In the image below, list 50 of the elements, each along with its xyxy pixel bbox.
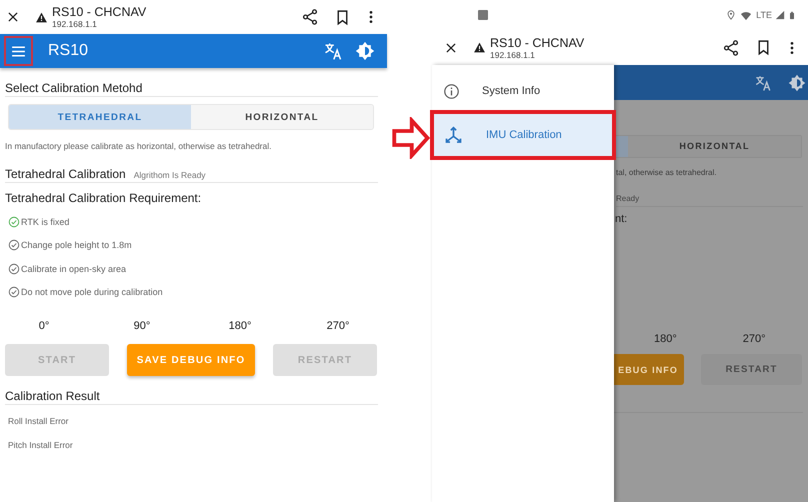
close-icon[interactable] — [444, 40, 458, 54]
battery-icon — [788, 10, 796, 20]
brightness-icon[interactable] — [355, 41, 375, 61]
angle-label: 90° — [132, 319, 152, 334]
requirement-title: Tetrahedral Calibration Requirement: — [5, 190, 202, 206]
status-text: Ready — [616, 194, 803, 207]
requirement-text: Do not move pole during calibration — [21, 287, 163, 298]
result-label: Pitch Install Error — [7, 439, 74, 452]
signal-icon — [775, 10, 785, 20]
result-label: Roll Install Error — [7, 415, 70, 428]
section-heading: Tetrahedral Calibration — [5, 166, 126, 182]
location-icon — [726, 10, 736, 20]
info-icon — [443, 82, 460, 100]
angle-label: 0° — [38, 319, 50, 334]
status-text: Algrithom Is Ready — [134, 170, 206, 180]
hint-text: In manufactory please calibrate as horizontal, otherwise as tetrahedral. — [5, 140, 272, 152]
notification-icon — [478, 10, 488, 20]
angle-label: 180° — [654, 333, 677, 345]
requirement-text: Calibrate in open-sky area — [21, 264, 126, 274]
app-title: RS10 — [48, 42, 90, 60]
method-tab[interactable]: TETRAHEDRAL — [9, 105, 191, 129]
requirement-title: nt: — [615, 213, 628, 225]
translate-icon[interactable] — [323, 41, 343, 61]
translate-icon — [754, 74, 772, 92]
share-icon[interactable] — [301, 8, 319, 26]
section-heading: Select Calibration Metohd — [5, 80, 378, 97]
angle-label: 270° — [326, 319, 350, 334]
requirement-text: RTK is fixed — [21, 216, 70, 227]
requirement-text: Change pole height to 1.8m — [21, 240, 132, 250]
axes-icon — [443, 124, 464, 146]
wifi-icon — [739, 10, 754, 20]
drawer-item[interactable]: IMU Calibration — [432, 112, 614, 158]
share-icon[interactable] — [722, 38, 740, 56]
page-url: 192.168.1.1 — [490, 50, 536, 60]
page-title: RS10 - CHCNAV — [490, 36, 586, 50]
menu-button[interactable] — [4, 36, 33, 66]
section-heading: Calibration Result — [5, 388, 378, 405]
action-button: RESTART — [701, 354, 802, 385]
network-label: LTE — [756, 10, 772, 20]
action-button[interactable]: SAVE DEBUG INFO — [127, 344, 255, 376]
hint-text: tal, otherwise as tetrahedral. — [616, 168, 718, 177]
method-tab[interactable]: HORIZONTAL — [191, 105, 373, 129]
angle-label: 270° — [742, 333, 766, 345]
angle-label: 180° — [228, 319, 252, 334]
drawer-item[interactable]: System Info — [432, 75, 614, 107]
warning-icon — [35, 10, 48, 24]
warning-icon — [473, 41, 486, 54]
close-icon[interactable] — [6, 10, 20, 24]
page-title: RS10 - CHCNAV — [52, 5, 148, 19]
page-url: 192.168.1.1 — [52, 19, 98, 29]
